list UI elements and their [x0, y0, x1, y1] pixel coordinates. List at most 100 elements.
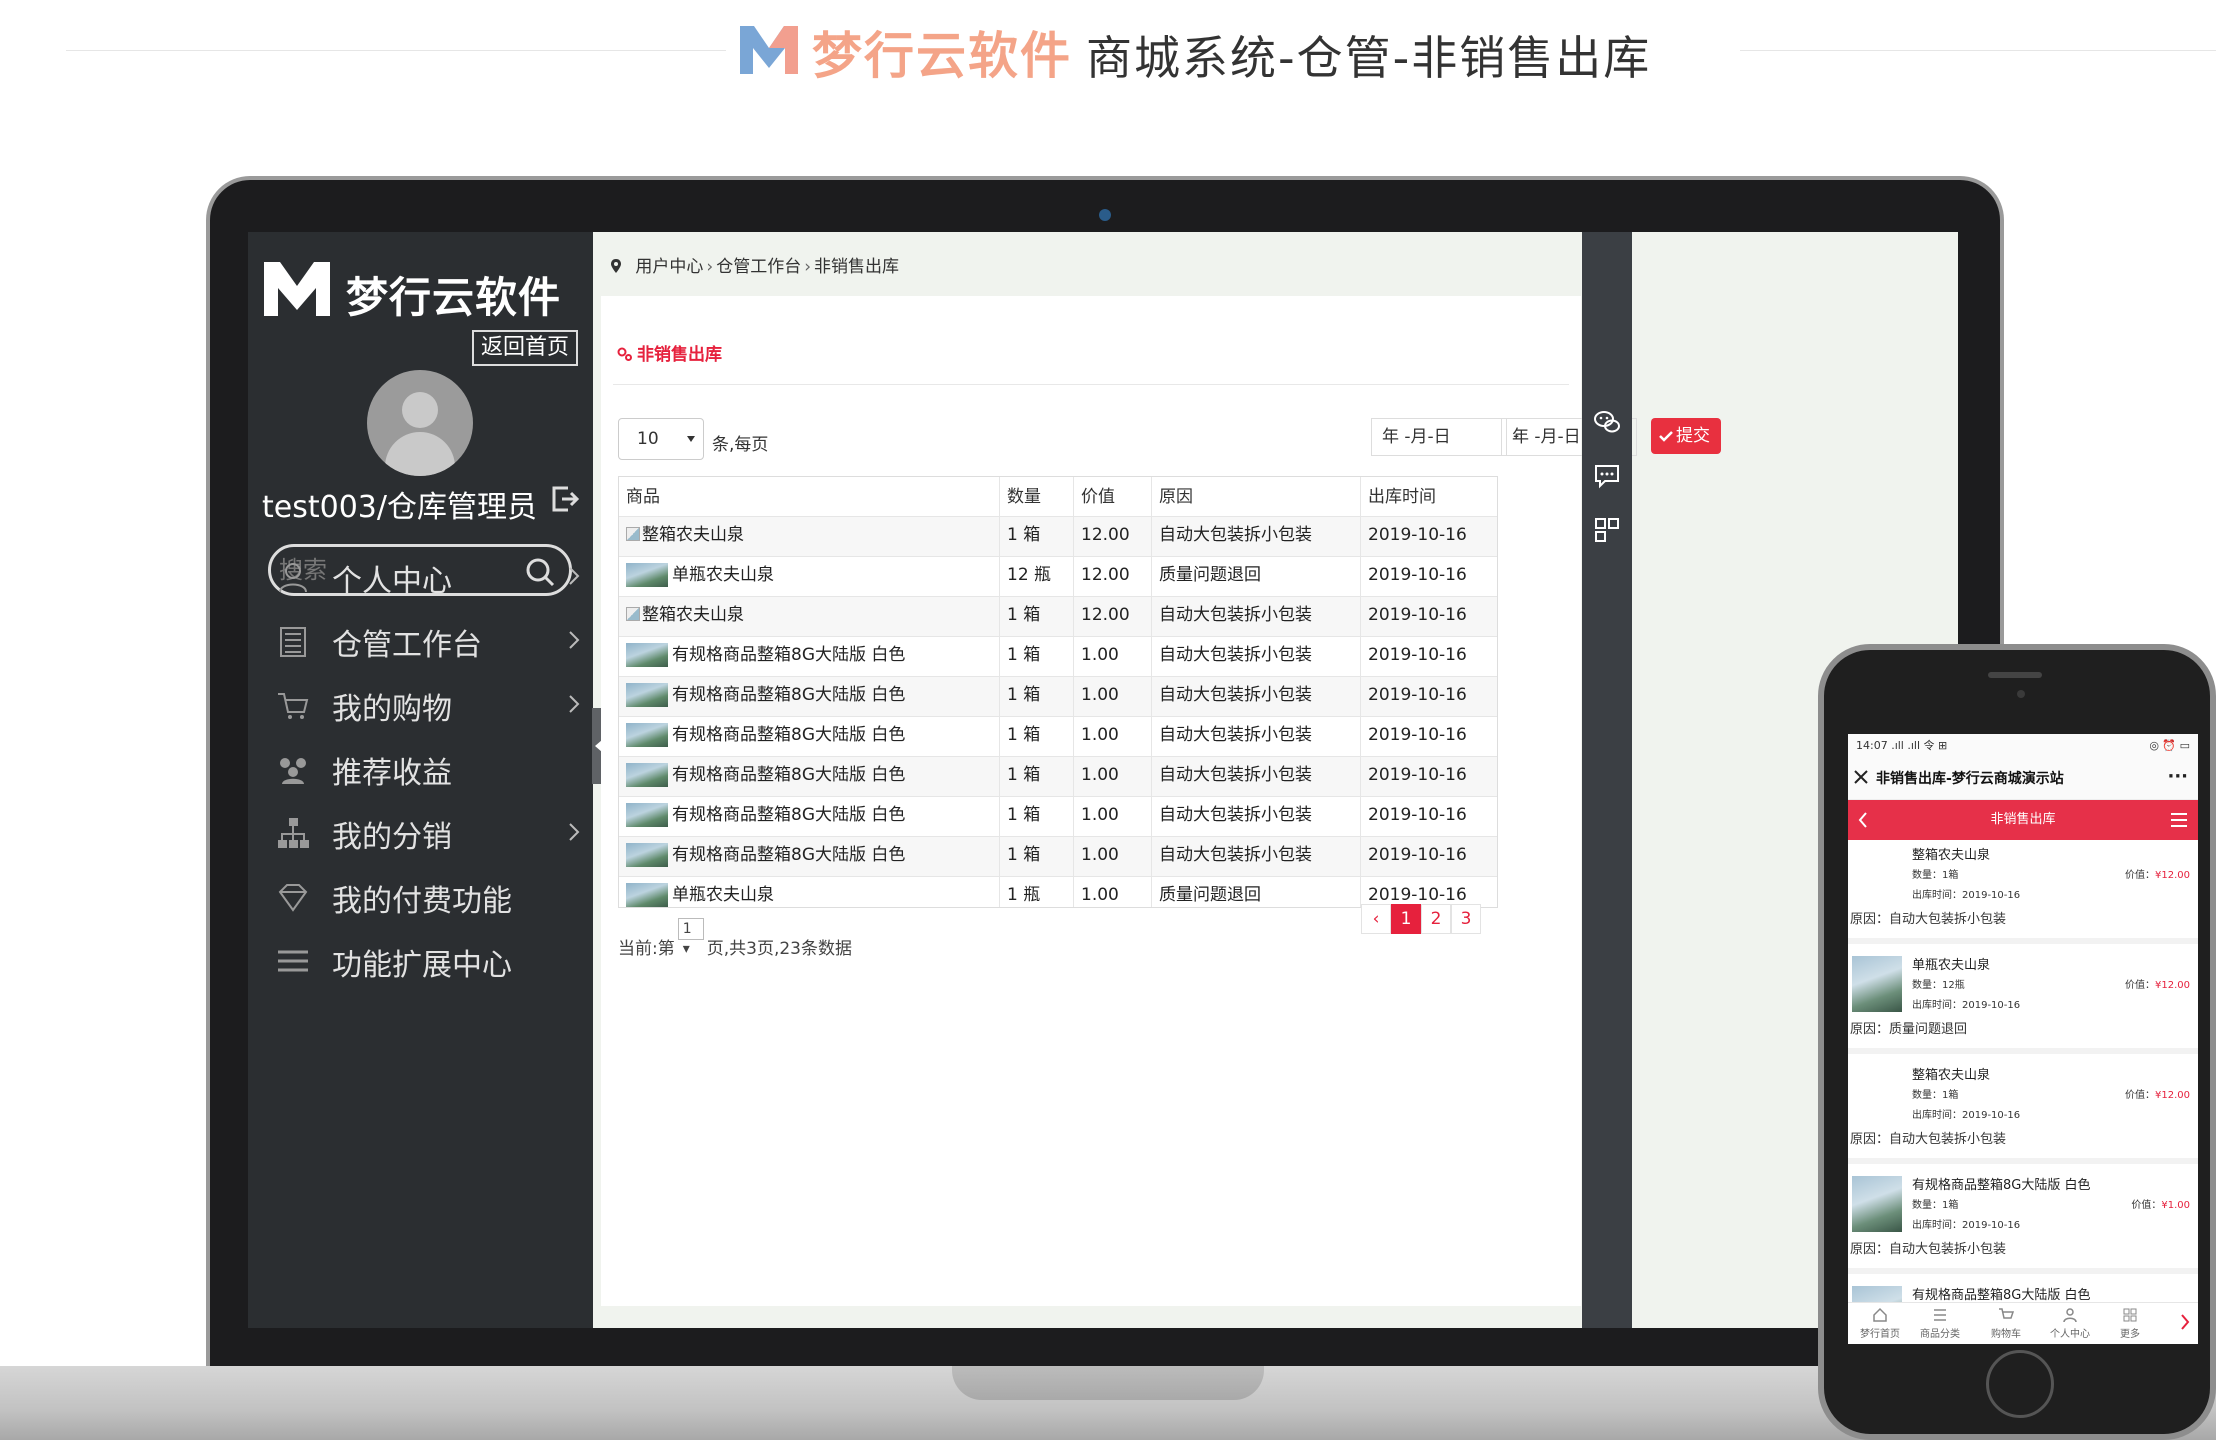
- phone-list-item[interactable]: 整箱农夫山泉 数量：1箱 价值：¥12.00 出库时间：2019-10-16 原因：自动…: [1848, 1060, 2198, 1164]
- wechat-icon[interactable]: [1593, 408, 1621, 436]
- table-cell-date: 2019-10-16: [1361, 757, 1497, 797]
- quantity: 数量：12瓶: [1912, 976, 1965, 991]
- value: 价值：¥1.00: [2131, 1196, 2190, 1211]
- laptop-screen: 梦行云软件 返回首页 test003/仓库管理员 个人中心 仓管工作台: [248, 232, 1958, 1328]
- table-cell-date: 2019-10-16: [1361, 637, 1497, 677]
- table-cell-product[interactable]: 单瓶农夫山泉: [619, 877, 1000, 907]
- table-cell-value: 12.00: [1074, 517, 1152, 557]
- tab-label: 个人中心: [2050, 1329, 2090, 1340]
- more-icon[interactable]: ···: [2167, 768, 2188, 786]
- table-row: 整箱农夫山泉 1 箱 12.00 自动大包装拆小包装 2019-10-16: [619, 597, 1497, 637]
- status-left: 14:07 .ıll .ıll 令 ⊞: [1856, 739, 1948, 752]
- logout-icon[interactable]: [550, 484, 580, 514]
- chevron-right-icon[interactable]: [2180, 1313, 2190, 1331]
- pager-page[interactable]: 2: [1421, 904, 1451, 934]
- tab-more[interactable]: 更多: [2100, 1307, 2160, 1340]
- table-cell-product[interactable]: 有规格商品整箱8G大陆版 白色: [619, 637, 1000, 677]
- table-cell-qty: 1 箱: [1000, 597, 1074, 637]
- tab-profile[interactable]: 个人中心: [2040, 1307, 2100, 1340]
- table-cell-product[interactable]: 整箱农夫山泉: [619, 597, 1000, 637]
- avatar[interactable]: [367, 370, 473, 476]
- phone-home-button[interactable]: [1986, 1350, 2054, 1418]
- product-name: 有规格商品整箱8G大陆版 白色: [1912, 1284, 2090, 1303]
- table-cell-reason: 自动大包装拆小包装: [1152, 677, 1361, 717]
- brand-logo-icon: [264, 262, 330, 316]
- cell-text: 1.00: [1081, 765, 1119, 785]
- phone-tab-bar: 梦行首页 商品分类 购物车 个人中心 更多: [1848, 1302, 2198, 1344]
- value-label: 价值：: [2125, 1090, 2155, 1101]
- table-cell-product[interactable]: 有规格商品整箱8G大陆版 白色: [619, 677, 1000, 717]
- breadcrumb-separator: ›: [804, 257, 812, 277]
- back-icon[interactable]: [1858, 812, 1868, 828]
- table-cell-qty: 12 瓶: [1000, 557, 1074, 597]
- table-cell-product[interactable]: 有规格商品整箱8G大陆版 白色: [619, 757, 1000, 797]
- page-size-value: 10: [637, 429, 659, 449]
- submit-label: 提交: [1676, 426, 1710, 446]
- chat-icon[interactable]: [1593, 462, 1621, 490]
- reason-label: 原因：: [1850, 1022, 1890, 1037]
- phone-screen: 14:07 .ıll .ıll 令 ⊞ ◎ ⏰ ▭ 非销售出库-梦行云商城演示站…: [1848, 734, 2198, 1344]
- chevron-right-icon: [569, 695, 580, 713]
- value: 价值：¥12.00: [2125, 976, 2190, 991]
- status-right: ◎ ⏰ ▭: [2149, 739, 2190, 752]
- outbound-time-label: 出库时间：: [1912, 890, 1962, 901]
- quantity: 数量：1箱: [1912, 1086, 1958, 1101]
- home-button[interactable]: 返回首页: [472, 330, 578, 366]
- table-cell-product[interactable]: 有规格商品整箱8G大陆版 白色: [619, 717, 1000, 757]
- qrcode-icon[interactable]: [1593, 516, 1621, 544]
- tab-cart[interactable]: 购物车: [1976, 1307, 2036, 1340]
- table-cell-value: 1.00: [1074, 877, 1152, 907]
- quantity-label: 数量：: [1912, 1200, 1942, 1211]
- tab-home[interactable]: 梦行首页: [1850, 1307, 1910, 1340]
- table-cell-product[interactable]: 单瓶农夫山泉: [619, 557, 1000, 597]
- breadcrumb-item[interactable]: 仓管工作台: [716, 257, 801, 277]
- tab-label: 购物车: [1991, 1329, 2021, 1340]
- breadcrumb-item[interactable]: 用户中心: [635, 257, 703, 277]
- cell-text: 整箱农夫山泉: [642, 525, 744, 545]
- phone-list-item[interactable]: 整箱农夫山泉 数量：1箱 价值：¥12.00 出库时间：2019-10-16 原因：自动…: [1848, 840, 2198, 944]
- product-thumbnail: [1852, 956, 1902, 1012]
- submit-button[interactable]: 提交: [1651, 418, 1721, 454]
- product-name-value: 整箱农夫山泉: [1912, 1068, 1991, 1083]
- reason: 原因：自动大包装拆小包装: [1850, 1238, 2006, 1257]
- product-name-value: 有规格商品整箱8G大陆版 白色: [1912, 1178, 2091, 1193]
- page-size-select[interactable]: 10: [618, 418, 704, 460]
- divider: [613, 384, 1569, 385]
- nav-item-label: 仓管工作台: [332, 628, 482, 663]
- pager-page[interactable]: 3: [1451, 904, 1481, 934]
- table-cell-value: 1.00: [1074, 797, 1152, 837]
- phone-list-item[interactable]: 单瓶农夫山泉 数量：12瓶 价值：¥12.00 出库时间：2019-10-16 原因：质…: [1848, 950, 2198, 1054]
- reason-value: 自动大包装拆小包装: [1889, 1132, 2007, 1147]
- table-cell-product[interactable]: 有规格商品整箱8G大陆版 白色: [619, 837, 1000, 877]
- tab-categories[interactable]: 商品分类: [1910, 1307, 1970, 1340]
- hierarchy-icon: [278, 818, 309, 848]
- cell-text: 质量问题退回: [1159, 885, 1261, 905]
- banner-brand: 梦行云软件: [812, 27, 1072, 85]
- table-cell-qty: 1 瓶: [1000, 877, 1074, 907]
- page-select[interactable]: 1 ▾: [677, 918, 704, 957]
- menu-icon[interactable]: [2170, 812, 2188, 828]
- quantity-label: 数量：: [1912, 980, 1942, 991]
- pager-page[interactable]: 1: [1391, 904, 1421, 934]
- table-cell-product[interactable]: 整箱农夫山泉: [619, 517, 1000, 557]
- outbound-time-value: 2019-10-16: [1962, 1110, 2021, 1121]
- column-header: 原因: [1152, 477, 1361, 517]
- cell-text: 有规格商品整箱8G大陆版 白色: [672, 685, 906, 705]
- sidebar-logo[interactable]: 梦行云软件: [260, 258, 590, 328]
- page-banner: 梦行云软件 商城系统-仓管-非销售出库: [0, 0, 2216, 110]
- cell-text: 1 箱: [1007, 765, 1041, 785]
- outbound-time: 出库时间：2019-10-16: [1912, 1106, 2020, 1121]
- close-icon[interactable]: [1854, 770, 1868, 784]
- phone-status-bar: 14:07 .ıll .ıll 令 ⊞ ◎ ⏰ ▭: [1848, 734, 2198, 758]
- pager-prev[interactable]: ‹: [1361, 904, 1391, 934]
- product-name: 整箱农夫山泉: [1912, 844, 1990, 863]
- table-cell-product[interactable]: 有规格商品整箱8G大陆版 白色: [619, 797, 1000, 837]
- cell-text: 1.00: [1081, 845, 1119, 865]
- nav-item-extension-center[interactable]: 功能扩展中心: [248, 918, 593, 1004]
- phone-list-item[interactable]: 有规格商品整箱8G大陆版 白色 数量：1箱 价值：¥1.00 出库时间：2019-10…: [1848, 1170, 2198, 1274]
- tab-label: 梦行首页: [1860, 1329, 1900, 1340]
- reason-label: 原因：: [1850, 1242, 1890, 1257]
- laptop-camera: [1099, 209, 1111, 221]
- reason-value: 自动大包装拆小包装: [1889, 912, 2007, 927]
- date-from-input[interactable]: 年 -月-日: [1371, 418, 1507, 456]
